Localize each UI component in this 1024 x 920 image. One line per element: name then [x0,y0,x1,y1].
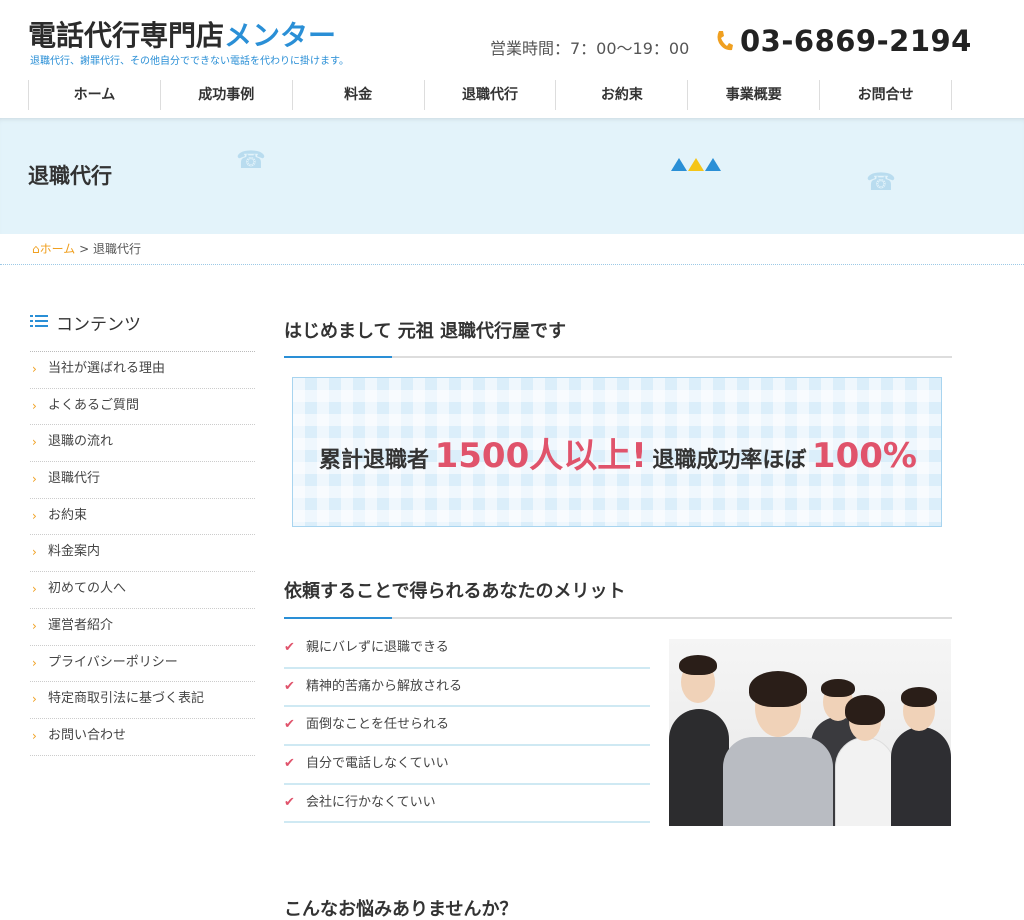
chevron-right-icon: › [32,472,37,487]
staff-group-photo [669,639,951,826]
check-icon: ✔ [284,794,295,810]
business-hours: 営業時間：7：00〜19：00 [490,39,690,58]
chevron-right-icon: › [32,582,37,597]
sidebar-item-operator[interactable]: › 運営者紹介 [30,609,255,646]
site-header: 電話代行専門店メンター 退職代行、謝罪代行、その他自分でできない電話を代わりに掛… [0,0,1024,72]
stats-text: 累計退職者 1500人以上! 退職成功率ほぼ 100% [293,428,943,477]
list-item: ✔ 精神的苦痛から解放される [284,669,650,708]
page-title: 退職代行 [28,164,112,188]
list-icon [30,314,48,328]
check-icon: ✔ [284,678,295,694]
sidebar-item-label: 料金案内 [48,544,101,560]
sidebar-item-label: プライバシーポリシー [48,654,178,670]
breadcrumb: ⌂ホーム > 退職代行 [32,240,141,257]
sidebar-item-label: 特定商取引法に基づく表記 [48,691,205,707]
chevron-right-icon: › [32,508,37,523]
benefit-text: 会社に行かなくていい [306,794,436,810]
breadcrumb-separator: > [79,242,90,256]
sidebar-item-first-time[interactable]: › 初めての人へ [30,572,255,609]
sidebar-item-label: よくあるご質問 [48,397,140,413]
list-item: ✔ 面倒なことを任せられる [284,707,650,747]
stat-value-success: 100% [811,436,917,476]
check-icon: ✔ [284,640,295,655]
check-icon: ✔ [284,717,295,733]
list-item: ✔ 会社に行かなくていい [284,785,650,824]
sidebar-item-promise[interactable]: › お約束 [30,499,255,536]
phone-number[interactable]: 03-6869-2194 [740,24,972,58]
section-heading-worries: こんなお悩みありませんか？ [284,899,518,920]
chevron-right-icon: › [32,435,37,450]
chevron-right-icon: › [32,545,37,560]
sidebar-title-label: コンテンツ [56,315,141,335]
sidebar-item-resignation-service[interactable]: › 退職代行 [30,462,255,499]
sidebar-item-inquiry[interactable]: › お問い合わせ [30,719,255,756]
section-heading-intro: はじめまして 元祖 退職代行屋です [284,321,566,342]
decorative-triangle-icon [671,158,687,171]
heading-underline [284,617,952,619]
phone-icon [714,29,736,55]
divider [0,264,1024,265]
sidebar-item-label: 退職の流れ [48,434,114,450]
site-logo[interactable]: 電話代行専門店メンター [28,14,336,54]
sidebar-item-pricing[interactable]: › 料金案内 [30,535,255,573]
logo-text-dark: 電話代行専門店 [28,19,225,52]
chevron-right-icon: › [32,692,37,707]
nav-item-pricing[interactable]: 料金 [291,80,424,110]
logo-text-blue: メンター [224,19,337,52]
sidebar-item-label: 運営者紹介 [48,617,114,633]
sidebar-item-label: 初めての人へ [48,581,127,597]
breadcrumb-home[interactable]: ホーム [40,242,76,256]
sidebar-item-privacy[interactable]: › プライバシーポリシー [30,646,255,683]
main-nav: ホーム 成功事例 料金 退職代行 お約束 事業概要 お問合せ [28,80,953,110]
stat-label-total: 累計退職者 [319,448,430,473]
sidebar-item-faq[interactable]: › よくあるご質問 [30,389,255,426]
breadcrumb-current: 退職代行 [92,242,141,256]
chevron-right-icon: › [32,398,37,413]
site-tagline: 退職代行、謝罪代行、その他自分でできない電話を代わりに掛けます。 [30,56,349,67]
nav-item-company[interactable]: 事業概要 [687,80,819,110]
sidebar-item-flow[interactable]: › 退職の流れ [30,425,255,463]
nav-item-contact[interactable]: お問合せ [819,80,953,110]
stat-value-total: 1500人以上! [434,436,647,476]
chevron-right-icon: › [32,728,37,743]
benefit-text: 面倒なことを任せられる [306,717,450,733]
home-icon[interactable]: ⌂ [32,242,40,256]
decorative-triangle-icon [705,158,721,171]
sidebar-item-label: 退職代行 [48,471,101,487]
decorative-triangle-icon [688,158,704,171]
chevron-right-icon: › [32,362,37,376]
check-icon: ✔ [284,756,295,772]
sidebar-item-legal[interactable]: › 特定商取引法に基づく表記 [30,682,255,719]
sidebar-list: › 当社が選ばれる理由 › よくあるご質問 › 退職の流れ › 退職代行 › お約束 › 料… [30,352,255,756]
decorative-telephone-icon: ☎ [236,146,266,174]
benefit-text: 親にバレずに退職できる [306,640,449,655]
sidebar-item-label: 当社が選ばれる理由 [48,361,166,376]
benefit-text: 精神的苦痛から解放される [306,678,463,694]
nav-item-promise[interactable]: お約束 [555,80,687,110]
list-item: ✔ 親にバレずに退職できる [284,630,650,669]
heading-underline [284,356,952,358]
nav-item-home[interactable]: ホーム [28,80,160,110]
sidebar-item-reasons[interactable]: › 当社が選ばれる理由 [30,352,255,389]
list-item: ✔ 自分で電話しなくていい [284,746,650,785]
section-heading-benefits: 依頼することで得られるあなたのメリット [284,581,626,602]
decorative-telephone-icon: ☎ [866,168,896,196]
nav-item-resignation-service[interactable]: 退職代行 [423,80,556,110]
benefit-text: 自分で電話しなくていい [306,756,449,772]
sidebar-title: コンテンツ [30,310,255,352]
benefits-list: ✔ 親にバレずに退職できる ✔ 精神的苦痛から解放される ✔ 面倒なことを任せられる … [284,630,650,824]
sidebar-item-label: お問い合わせ [48,727,127,743]
stats-banner: 累計退職者 1500人以上! 退職成功率ほぼ 100% [292,377,942,527]
sidebar-item-label: お約束 [48,507,88,523]
stat-label-success: 退職成功率ほぼ [652,448,807,473]
nav-item-success-cases[interactable]: 成功事例 [159,80,292,110]
chevron-right-icon: › [32,618,37,633]
chevron-right-icon: › [32,655,37,670]
page-banner: 退職代行 ☎ ☎ [0,118,1024,234]
